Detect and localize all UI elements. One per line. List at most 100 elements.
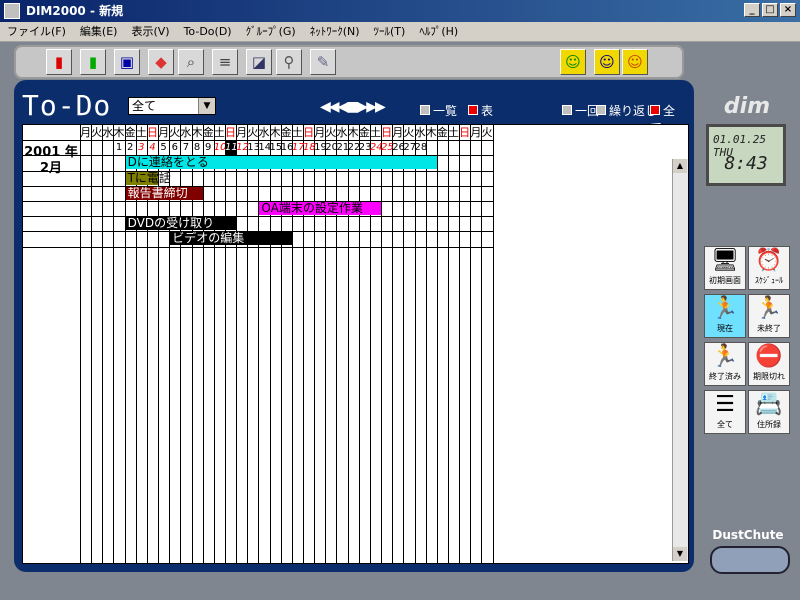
grid-vline: [91, 125, 93, 563]
running-man-icon: 🏃: [711, 296, 739, 321]
checkbox-icon[interactable]: [596, 105, 606, 115]
panel-button-1[interactable]: ⏰ ｽｹｼﾞｭｰﾙ: [748, 246, 790, 290]
day-cell[interactable]: 7: [180, 141, 191, 155]
weekday-header: 月: [80, 126, 92, 139]
user-yellow-icon[interactable]: ☺: [594, 49, 620, 75]
eraser-icon[interactable]: ◆: [148, 49, 174, 75]
task-bar[interactable]: 報告書締切: [125, 186, 203, 200]
scroll-down-icon[interactable]: ▼: [673, 547, 687, 561]
day-cell[interactable]: 3: [136, 141, 147, 155]
user-orange-icon[interactable]: ☺: [622, 49, 648, 75]
calendar-grid[interactable]: 2001 年 2月 ▲ ▼ 月火水木 1 金 2 土 3 日 4 月 5 火 6 水 7 木 8 金 9 土 10 日 1…: [22, 124, 689, 564]
panel-button-3[interactable]: 🏃 未終了: [748, 294, 790, 338]
grid-vline: [113, 125, 115, 563]
pin-icon[interactable]: ⚲: [276, 49, 302, 75]
panel-button-4[interactable]: 🏃 終了済み: [704, 342, 746, 386]
vertical-scrollbar[interactable]: ▲ ▼: [672, 159, 688, 561]
save-icon[interactable]: ▣: [114, 49, 140, 75]
repeat-toggle[interactable]: 繰り返し: [596, 102, 657, 119]
day-cell[interactable]: 18: [303, 141, 316, 155]
panel-button-5[interactable]: ⛔ 期限切れ: [748, 342, 790, 386]
day-cell[interactable]: 12: [236, 141, 249, 155]
task-bar[interactable]: DVDの受け取り: [125, 217, 237, 231]
once-toggle[interactable]: 一回: [562, 102, 599, 119]
checkbox-icon[interactable]: [650, 105, 660, 115]
day-cell[interactable]: 20: [325, 141, 338, 155]
day-cell[interactable]: 17: [292, 141, 305, 155]
day-cell[interactable]: 24: [370, 141, 383, 155]
filter-select[interactable]: 全て ▼: [128, 97, 216, 115]
menu-item-2[interactable]: 表示(V): [124, 22, 176, 41]
panel-button-2[interactable]: 🏃 現在: [704, 294, 746, 338]
day-cell[interactable]: 26: [392, 141, 405, 155]
menu-item-1[interactable]: 編集(E): [73, 22, 125, 41]
view-list-toggle[interactable]: 一覧: [420, 102, 457, 119]
menu-item-6[interactable]: ﾂｰﾙ(T): [367, 22, 413, 41]
search-icon[interactable]: ⌕: [178, 49, 204, 75]
task-bar[interactable]: OA端末の設定作業: [259, 202, 382, 215]
view-table-toggle[interactable]: 表: [468, 102, 493, 119]
panel-button-7[interactable]: 📇 住所録: [748, 390, 790, 434]
minimize-icon[interactable]: _: [744, 3, 760, 17]
task-bar[interactable]: ビデオの編集: [170, 232, 292, 246]
day-cell[interactable]: 2: [125, 141, 136, 155]
import-icon[interactable]: ◪: [246, 49, 272, 75]
panel-button-6[interactable]: ☰ 全て: [704, 390, 746, 434]
weekday-header: 土: [448, 126, 459, 139]
day-cell[interactable]: 14: [258, 141, 271, 155]
weekday-header: 土: [291, 126, 303, 139]
day-cell[interactable]: 4: [147, 141, 158, 155]
grid-vline: [481, 125, 483, 563]
day-cell[interactable]: 28: [415, 141, 428, 155]
new-green-icon[interactable]: ▮: [80, 49, 106, 75]
day-cell[interactable]: 6: [169, 141, 180, 155]
day-cell[interactable]: 11: [224, 141, 238, 156]
day-cell[interactable]: 25: [381, 141, 394, 155]
checkbox-icon[interactable]: [468, 105, 478, 115]
checkbox-icon[interactable]: [562, 105, 572, 115]
day-cell[interactable]: 21: [336, 141, 349, 155]
panel-button-label: 住所録: [757, 420, 781, 429]
weekday-header: 日: [303, 126, 315, 139]
menu-item-4[interactable]: ｸﾞﾙｰﾌﾟ(G): [239, 22, 303, 41]
weekday-header: 木: [113, 126, 125, 139]
day-cell[interactable]: 16: [281, 141, 294, 155]
app-icon[interactable]: [4, 3, 20, 19]
scroll-up-icon[interactable]: ▲: [673, 159, 687, 173]
day-cell[interactable]: 1: [113, 141, 124, 155]
task-bar[interactable]: Dに連絡をとる: [125, 156, 437, 170]
day-cell[interactable]: 9: [203, 141, 214, 155]
menu-item-5[interactable]: ﾈｯﾄﾜｰｸ(N): [303, 22, 367, 41]
user-green-icon[interactable]: ☺: [560, 49, 586, 75]
weekday-header: 月: [392, 126, 404, 139]
panel-button-0[interactable]: 🖥 初期画面: [704, 246, 746, 290]
menu-item-3[interactable]: To-Do(D): [177, 22, 239, 41]
day-cell[interactable]: 23: [359, 141, 372, 155]
day-cell[interactable]: 8: [192, 141, 203, 155]
menu-item-0[interactable]: ファイル(F): [0, 22, 73, 41]
task-bar[interactable]: Tに電話: [125, 171, 171, 185]
day-cell[interactable]: 5: [158, 141, 169, 155]
window-title: DIM2000 - 新規: [26, 4, 124, 18]
notes-icon[interactable]: ≡: [212, 49, 238, 75]
day-cell[interactable]: 10: [214, 141, 227, 155]
close-icon[interactable]: ×: [780, 3, 796, 17]
day-cell[interactable]: 27: [403, 141, 416, 155]
grid-vline: [236, 125, 238, 563]
day-cell[interactable]: 13: [247, 141, 260, 155]
grid-vline: [258, 125, 260, 563]
grid-vline: [291, 125, 293, 563]
chevron-down-icon[interactable]: ▼: [198, 98, 215, 114]
maximize-icon[interactable]: □: [762, 3, 778, 17]
day-cell[interactable]: 19: [314, 141, 327, 155]
day-cell[interactable]: 22: [348, 141, 361, 155]
dustchute-label: DustChute: [712, 528, 784, 542]
pen-icon[interactable]: ✎: [310, 49, 336, 75]
weekday-header: 水: [102, 126, 114, 139]
navigation-buttons[interactable]: ◀◀◀■▶▶▶: [320, 99, 386, 115]
day-cell[interactable]: 15: [270, 141, 283, 155]
trash-icon[interactable]: [710, 546, 790, 574]
checkbox-icon[interactable]: [420, 105, 430, 115]
menu-item-7[interactable]: ﾍﾙﾌﾟ(H): [412, 22, 465, 41]
new-red-icon[interactable]: ▮: [46, 49, 72, 75]
